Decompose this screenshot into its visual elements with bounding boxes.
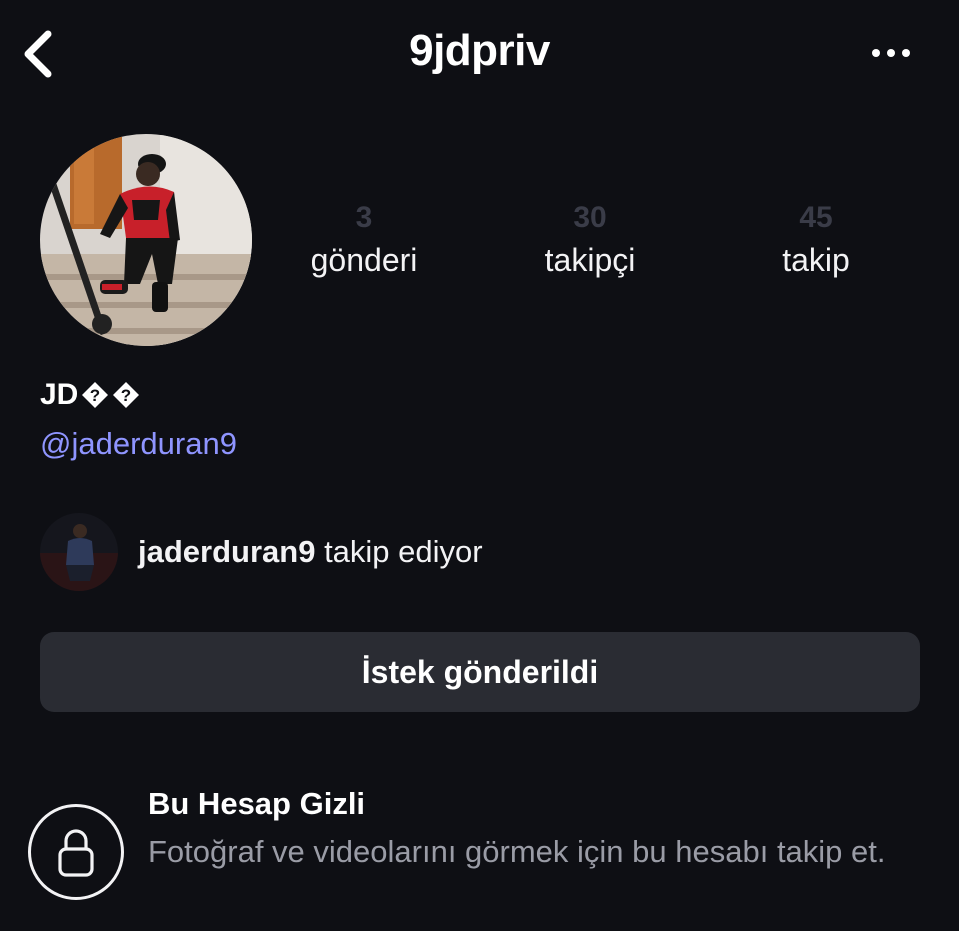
profile-photo bbox=[40, 134, 252, 346]
mutual-follower-avatar bbox=[40, 513, 118, 591]
profile-screen: 9jdpriv 3 gönderi 30 takipçi 45 takip JD… bbox=[0, 0, 959, 931]
ellipsis-icon bbox=[872, 49, 910, 57]
display-name-text: JD bbox=[40, 378, 79, 411]
private-account-title: Bu Hesap Gizli bbox=[148, 786, 366, 821]
stat-following[interactable]: 45 takip bbox=[716, 198, 916, 280]
following-count: 45 bbox=[799, 201, 833, 234]
lock-icon bbox=[58, 829, 94, 877]
mutual-follower-username: jaderduran9 bbox=[138, 534, 316, 569]
back-button[interactable] bbox=[14, 24, 68, 84]
replacement-character-icon: ? bbox=[112, 381, 140, 409]
posts-label: gönderi bbox=[310, 242, 418, 278]
stat-posts[interactable]: 3 gönderi bbox=[264, 198, 464, 280]
posts-count: 3 bbox=[355, 201, 373, 234]
followers-count: 30 bbox=[573, 201, 607, 234]
chevron-left-icon bbox=[24, 30, 52, 78]
private-account-description: Fotoğraf ve videolarını görmek için bu h… bbox=[148, 834, 886, 869]
display-name: JD ? ? bbox=[40, 378, 140, 412]
page-title: 9jdpriv bbox=[409, 26, 550, 75]
profile-avatar[interactable] bbox=[40, 134, 252, 346]
profile-handle-link[interactable]: @jaderduran9 bbox=[40, 426, 237, 462]
more-options-button[interactable] bbox=[858, 36, 924, 70]
stat-followers[interactable]: 30 takipçi bbox=[490, 198, 690, 280]
mutual-follower-row[interactable]: jaderduran9 takip ediyor bbox=[40, 512, 483, 592]
followers-label: takipçi bbox=[544, 242, 636, 278]
svg-text:?: ? bbox=[90, 386, 100, 405]
mutual-follower-suffix: takip ediyor bbox=[315, 534, 483, 569]
lock-badge bbox=[28, 804, 124, 900]
following-label: takip bbox=[782, 242, 850, 278]
svg-text:?: ? bbox=[121, 386, 131, 405]
mutual-follower-text: jaderduran9 takip ediyor bbox=[138, 534, 483, 570]
request-sent-button[interactable]: İstek gönderildi bbox=[40, 632, 920, 712]
replacement-character-icon: ? bbox=[81, 381, 109, 409]
